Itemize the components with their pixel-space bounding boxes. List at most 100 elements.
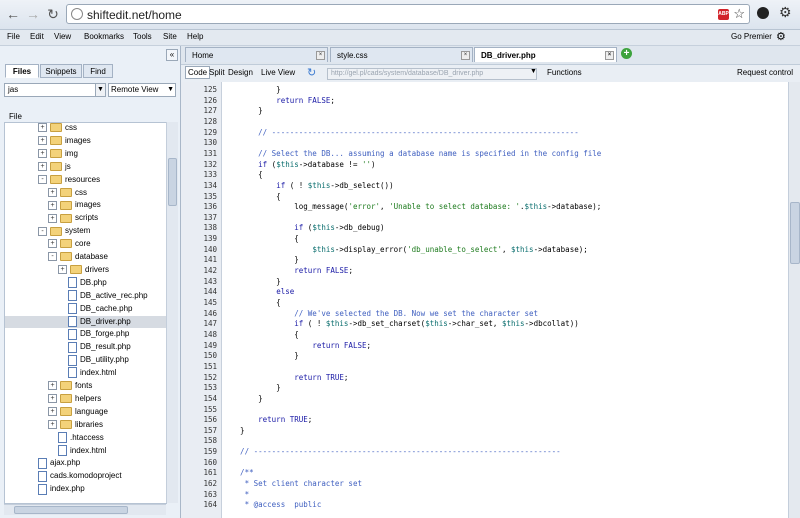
code-line[interactable]: } — [222, 277, 281, 286]
tree-folder[interactable]: + helpers — [5, 393, 166, 405]
code-line[interactable]: return TRUE; — [222, 373, 348, 382]
code-line[interactable]: return FALSE; — [222, 341, 371, 350]
expand-icon[interactable]: + — [38, 136, 47, 146]
chevron-down-icon[interactable]: ▼ — [95, 83, 106, 97]
view-code-button[interactable]: Code — [185, 66, 211, 79]
code-line[interactable]: /** — [222, 468, 254, 477]
tab-style-css[interactable]: style.css × — [330, 47, 473, 62]
tab-files[interactable]: Files — [5, 64, 39, 78]
code-line[interactable]: $this->display_error('db_unable_to_selec… — [222, 245, 587, 254]
code-line[interactable]: } — [222, 351, 299, 360]
star-icon[interactable]: ☆ — [733, 6, 745, 22]
wrench-icon[interactable]: ⚙ — [779, 4, 792, 21]
tree-file[interactable]: index.html — [5, 367, 166, 379]
tree-file[interactable]: DB_cache.php — [5, 302, 166, 315]
menu-tools[interactable]: Tools — [133, 32, 152, 41]
menu-edit[interactable]: Edit — [30, 32, 44, 41]
tree-folder[interactable]: + css — [5, 123, 166, 134]
tree-file[interactable]: index.html — [5, 444, 166, 457]
expand-icon[interactable]: + — [48, 200, 57, 210]
code-line[interactable]: if ( ! $this->db_select()) — [222, 181, 393, 190]
menu-bookmarks[interactable]: Bookmarks — [84, 32, 124, 41]
expand-icon[interactable]: + — [48, 239, 57, 249]
expand-icon[interactable]: + — [48, 407, 57, 417]
add-tab-icon[interactable]: + — [621, 48, 632, 59]
code-line[interactable]: { — [222, 234, 299, 243]
code-line[interactable]: * — [222, 490, 250, 499]
tab-find[interactable]: Find — [83, 64, 113, 78]
tree-file[interactable]: DB_active_rec.php — [5, 290, 166, 302]
functions-menu[interactable]: Functions — [547, 68, 582, 77]
code-line[interactable]: // -------------------------------------… — [222, 128, 579, 137]
code-line[interactable]: { — [222, 192, 281, 201]
tree-h-scroll-thumb[interactable] — [14, 506, 128, 514]
expand-icon[interactable]: + — [38, 123, 47, 133]
code-line[interactable]: return TRUE; — [222, 415, 312, 424]
tab-db-driver[interactable]: DB_driver.php × — [474, 47, 617, 62]
tree-folder[interactable]: + libraries — [5, 419, 166, 431]
reload-icon[interactable]: ↻ — [45, 6, 61, 22]
code-editor[interactable]: } return FALSE; } // -------------------… — [222, 82, 788, 518]
tree-folder[interactable]: + language — [5, 406, 166, 418]
tree-h-scrollbar[interactable] — [4, 504, 166, 515]
tree-folder[interactable]: + fonts — [5, 380, 166, 392]
menu-file[interactable]: File — [7, 32, 20, 41]
tree-folder[interactable]: + js — [5, 161, 166, 173]
tree-file[interactable]: cads.komodoproject — [5, 470, 166, 482]
go-premier-link[interactable]: Go Premier — [731, 32, 772, 41]
tree-file[interactable]: ajax.php — [5, 457, 166, 469]
code-line[interactable]: if ($this->database != '') — [222, 160, 375, 169]
tree-scrollbar[interactable] — [166, 122, 178, 503]
tree-folder[interactable]: - database — [5, 251, 166, 263]
tree-file[interactable]: index.php — [5, 483, 166, 495]
tree-folder[interactable]: + css — [5, 187, 166, 199]
request-control-button[interactable]: Request control — [737, 68, 793, 77]
tree-folder[interactable]: + images — [5, 135, 166, 147]
expand-icon[interactable]: + — [48, 187, 57, 197]
expand-icon[interactable]: + — [58, 265, 67, 275]
code-line[interactable]: // We've selected the DB. Now we set the… — [222, 309, 538, 318]
collapse-icon[interactable]: - — [38, 174, 47, 184]
code-line[interactable]: if ($this->db_debug) — [222, 223, 384, 232]
menu-view[interactable]: View — [54, 32, 71, 41]
view-mode-select[interactable]: Remote View ▼ — [108, 83, 176, 97]
settings-gear-icon[interactable]: ⚙ — [776, 30, 786, 43]
editor-scrollbar[interactable] — [788, 82, 800, 518]
expand-icon[interactable]: + — [38, 149, 47, 159]
collapse-icon[interactable]: - — [48, 252, 57, 262]
code-line[interactable]: else — [222, 287, 294, 296]
tree-file[interactable]: DB_driver.php — [5, 315, 166, 328]
address-bar[interactable]: shiftedit.net/home ABP ☆ — [66, 4, 750, 24]
tree-folder[interactable]: + images — [5, 199, 166, 211]
tree-file[interactable]: DB_utility.php — [5, 354, 166, 366]
tree-file[interactable]: DB_result.php — [5, 341, 166, 353]
code-line[interactable]: // Select the DB... assuming a database … — [222, 149, 601, 158]
close-icon[interactable]: × — [605, 51, 614, 60]
tree-file[interactable]: .htaccess — [5, 431, 166, 444]
tab-home[interactable]: Home × — [185, 47, 328, 62]
close-icon[interactable]: × — [316, 51, 325, 60]
collapse-icon[interactable]: « — [166, 49, 178, 61]
live-view-button[interactable]: Live View — [261, 68, 295, 77]
code-line[interactable]: } — [222, 426, 245, 435]
refresh-icon[interactable]: ↻ — [307, 66, 316, 79]
back-arrow-icon[interactable]: ← — [5, 6, 21, 22]
collapse-icon[interactable]: - — [38, 226, 47, 236]
code-line[interactable]: } — [222, 383, 281, 392]
view-design-button[interactable]: Design — [228, 68, 253, 77]
expand-icon[interactable]: + — [48, 420, 57, 430]
code-line[interactable]: return FALSE; — [222, 266, 353, 275]
close-icon[interactable]: × — [461, 51, 470, 60]
code-line[interactable]: * Set client character set — [222, 479, 362, 488]
tree-folder[interactable]: + drivers — [5, 264, 166, 276]
tree-folder[interactable]: + scripts — [5, 212, 166, 224]
expand-icon[interactable]: + — [48, 394, 57, 404]
preview-url-input[interactable]: http://gel.pl/cads/system/database/DB_dr… — [327, 68, 537, 80]
expand-icon[interactable]: + — [48, 381, 57, 391]
tree-folder[interactable]: - resources — [5, 174, 166, 186]
view-split-button[interactable]: Split — [209, 68, 225, 77]
code-line[interactable]: } — [222, 394, 263, 403]
code-line[interactable]: log_message('error', 'Unable to select d… — [222, 202, 601, 211]
code-line[interactable]: if ( ! $this->db_set_charset($this->char… — [222, 319, 578, 328]
file-filter-input[interactable]: jas — [4, 83, 106, 97]
